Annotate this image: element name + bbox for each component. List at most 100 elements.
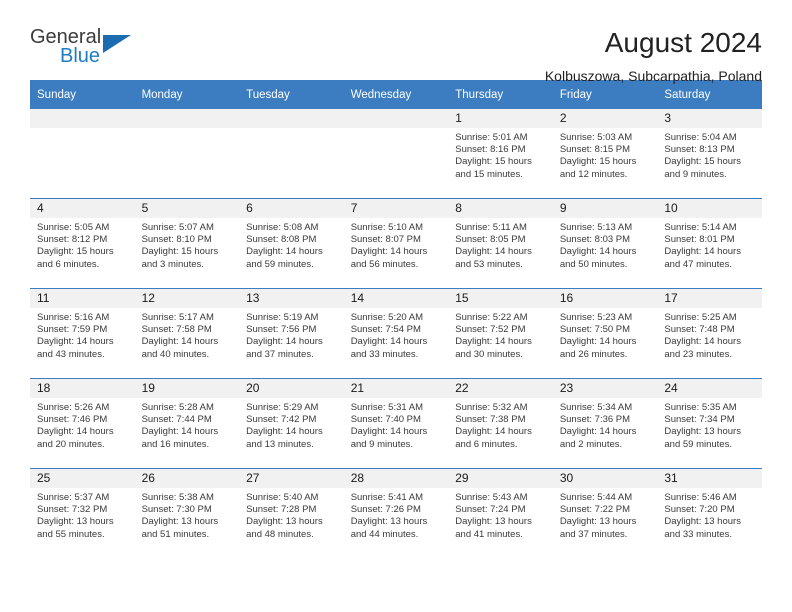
calendar-day-cell[interactable]: 26 Sunrise: 5:38 AM Sunset: 7:30 PM Dayligh… (134, 468, 240, 558)
daylight-text-line1: Daylight: 14 hours (350, 246, 428, 258)
calendar-day-cell[interactable]: 13 Sunrise: 5:19 AM Sunset: 7:56 PM Dayligh… (239, 288, 344, 379)
sunset-text: Sunset: 8:05 PM (455, 234, 526, 246)
calendar-day-cell[interactable]: 20 Sunrise: 5:29 AM Sunset: 7:42 PM Dayligh… (239, 378, 344, 469)
day-number: 14 (343, 289, 449, 308)
sunrise-text: Sunrise: 5:07 AM (141, 222, 214, 233)
day-sun-info: Sunrise: 5:34 AM Sunset: 7:36 PM Daylight:… (553, 398, 658, 451)
calendar-day-cell[interactable]: 4 Sunrise: 5:05 AM Sunset: 8:12 PM Daylight… (30, 198, 135, 289)
day-number: 29 (448, 469, 553, 488)
daylight-text-line2: and 59 minutes. (246, 258, 314, 270)
calendar-day-cell[interactable]: 30 Sunrise: 5:44 AM Sunset: 7:22 PM Dayligh… (552, 468, 658, 558)
sunset-text: Sunset: 7:58 PM (141, 324, 212, 336)
calendar-day-cell[interactable]: 19 Sunrise: 5:28 AM Sunset: 7:44 PM Dayligh… (134, 378, 240, 469)
calendar-page: General Blue August 2024 Kolbuszowa, Sub… (0, 0, 792, 612)
day-sun-info: Sunrise: 5:19 AM Sunset: 7:56 PM Daylight:… (239, 308, 344, 361)
day-sun-info: Sunrise: 5:44 AM Sunset: 7:22 PM Daylight:… (553, 488, 658, 541)
daylight-text-line1: Daylight: 13 hours (664, 426, 741, 438)
sunset-text: Sunset: 7:20 PM (664, 504, 735, 516)
calendar-day-cell[interactable]: 29 Sunrise: 5:43 AM Sunset: 7:24 PM Dayligh… (448, 468, 553, 558)
calendar-day-cell-empty (343, 109, 449, 199)
daylight-text-line2: and 33 minutes. (664, 528, 732, 540)
daylight-text-line2: and 59 minutes. (664, 438, 732, 450)
calendar-day-cell[interactable]: 1 Sunrise: 5:01 AM Sunset: 8:16 PM Daylight… (448, 109, 553, 199)
daylight-text-line1: Daylight: 14 hours (141, 336, 219, 348)
daylight-text-line1: Daylight: 14 hours (246, 426, 323, 438)
calendar-day-cell[interactable]: 16 Sunrise: 5:23 AM Sunset: 7:50 PM Dayligh… (552, 288, 658, 379)
weekday-header-tuesday: Tuesday (239, 80, 344, 109)
calendar-day-cell[interactable]: 15 Sunrise: 5:22 AM Sunset: 7:52 PM Dayligh… (448, 288, 553, 379)
sunrise-text: Sunrise: 5:13 AM (559, 222, 633, 233)
daylight-text-line1: Daylight: 14 hours (664, 246, 741, 258)
day-sun-info: Sunrise: 5:13 AM Sunset: 8:03 PM Daylight:… (553, 218, 658, 271)
daylight-text-line2: and 33 minutes. (350, 348, 419, 360)
calendar-day-cell[interactable]: 22 Sunrise: 5:32 AM Sunset: 7:38 PM Dayligh… (448, 378, 553, 469)
day-sun-info: Sunrise: 5:01 AM Sunset: 8:16 PM Daylight:… (448, 128, 553, 181)
daylight-text-line1: Daylight: 13 hours (141, 516, 219, 528)
daylight-text-line1: Daylight: 15 hours (141, 246, 219, 258)
daylight-text-line2: and 20 minutes. (37, 438, 105, 450)
calendar-day-cell[interactable]: 18 Sunrise: 5:26 AM Sunset: 7:46 PM Dayligh… (30, 378, 135, 469)
day-number: 8 (448, 199, 553, 218)
daylight-text-line1: Daylight: 14 hours (246, 246, 323, 258)
daylight-text-line1: Daylight: 14 hours (37, 426, 114, 438)
daylight-text-line1: Daylight: 14 hours (559, 336, 637, 348)
calendar-day-cell[interactable]: 12 Sunrise: 5:17 AM Sunset: 7:58 PM Dayligh… (134, 288, 240, 379)
daylight-text-line1: Daylight: 15 hours (455, 156, 532, 168)
daylight-text-line1: Daylight: 14 hours (455, 336, 532, 348)
calendar-week-row: 1 Sunrise: 5:01 AM Sunset: 8:16 PM Daylight… (30, 109, 762, 199)
calendar-day-cell[interactable]: 3 Sunrise: 5:04 AM Sunset: 8:13 PM Daylight… (657, 109, 762, 199)
daylight-text-line2: and 3 minutes. (141, 258, 204, 270)
calendar-day-cell[interactable]: 17 Sunrise: 5:25 AM Sunset: 7:48 PM Dayligh… (657, 288, 762, 379)
daylight-text-line1: Daylight: 15 hours (559, 156, 637, 168)
calendar-day-cell[interactable]: 21 Sunrise: 5:31 AM Sunset: 7:40 PM Dayligh… (343, 378, 449, 469)
sunrise-text: Sunrise: 5:01 AM (455, 132, 528, 143)
calendar-day-cell[interactable]: 14 Sunrise: 5:20 AM Sunset: 7:54 PM Dayligh… (343, 288, 449, 379)
calendar-day-cell[interactable]: 28 Sunrise: 5:41 AM Sunset: 7:26 PM Dayligh… (343, 468, 449, 558)
daylight-text-line1: Daylight: 14 hours (455, 246, 532, 258)
day-sun-info: Sunrise: 5:14 AM Sunset: 8:01 PM Daylight:… (657, 218, 762, 271)
sunset-text: Sunset: 8:10 PM (141, 234, 212, 246)
calendar-day-cell[interactable]: 31 Sunrise: 5:46 AM Sunset: 7:20 PM Dayligh… (657, 468, 762, 558)
day-sun-info: Sunrise: 5:26 AM Sunset: 7:46 PM Daylight:… (30, 398, 135, 451)
calendar-day-cell[interactable]: 25 Sunrise: 5:37 AM Sunset: 7:32 PM Dayligh… (30, 468, 135, 558)
calendar-day-cell[interactable]: 5 Sunrise: 5:07 AM Sunset: 8:10 PM Daylight… (134, 198, 240, 289)
daylight-text-line1: Daylight: 14 hours (350, 426, 428, 438)
sunset-text: Sunset: 7:24 PM (455, 504, 526, 516)
calendar-day-cell[interactable]: 23 Sunrise: 5:34 AM Sunset: 7:36 PM Dayligh… (552, 378, 658, 469)
calendar-day-cell[interactable]: 24 Sunrise: 5:35 AM Sunset: 7:34 PM Dayligh… (657, 378, 762, 469)
day-sun-info: Sunrise: 5:25 AM Sunset: 7:48 PM Daylight:… (657, 308, 762, 361)
daylight-text-line2: and 41 minutes. (455, 528, 523, 540)
calendar-week-row: 18 Sunrise: 5:26 AM Sunset: 7:46 PM Dayligh… (30, 378, 762, 469)
sunset-text: Sunset: 7:30 PM (141, 504, 212, 516)
logo-general-blue[interactable]: General Blue (30, 26, 150, 78)
daylight-text-line1: Daylight: 13 hours (664, 516, 741, 528)
sunrise-text: Sunrise: 5:44 AM (559, 492, 633, 503)
sunset-text: Sunset: 8:16 PM (455, 144, 526, 156)
calendar-day-cell[interactable]: 2 Sunrise: 5:03 AM Sunset: 8:15 PM Daylight… (552, 109, 658, 199)
daylight-text-line2: and 6 minutes. (37, 258, 100, 270)
sunrise-text: Sunrise: 5:40 AM (246, 492, 319, 503)
sunrise-text: Sunrise: 5:46 AM (664, 492, 737, 503)
sunrise-text: Sunrise: 5:14 AM (664, 222, 737, 233)
triangle-icon (103, 35, 131, 53)
calendar-day-cell[interactable]: 27 Sunrise: 5:40 AM Sunset: 7:28 PM Dayligh… (239, 468, 344, 558)
page-subtitle: Kolbuszowa, Subcarpathia, Poland (544, 68, 762, 84)
calendar-day-cell[interactable]: 9 Sunrise: 5:13 AM Sunset: 8:03 PM Daylight… (552, 198, 658, 289)
calendar-day-cell[interactable]: 7 Sunrise: 5:10 AM Sunset: 8:07 PM Daylight… (343, 198, 449, 289)
daylight-text-line1: Daylight: 14 hours (455, 426, 532, 438)
sunset-text: Sunset: 7:54 PM (350, 324, 421, 336)
sunset-text: Sunset: 8:15 PM (559, 144, 631, 156)
calendar-day-cell[interactable]: 6 Sunrise: 5:08 AM Sunset: 8:08 PM Daylight… (239, 198, 344, 289)
day-number: 4 (30, 199, 135, 218)
day-number: 1 (448, 109, 553, 128)
sunrise-text: Sunrise: 5:31 AM (350, 402, 424, 413)
sunset-text: Sunset: 7:38 PM (455, 414, 526, 426)
calendar-week-row: 25 Sunrise: 5:37 AM Sunset: 7:32 PM Dayligh… (30, 468, 762, 558)
calendar-day-cell[interactable]: 10 Sunrise: 5:14 AM Sunset: 8:01 PM Dayligh… (657, 198, 762, 289)
sunrise-text: Sunrise: 5:16 AM (37, 312, 110, 323)
day-sun-info: Sunrise: 5:43 AM Sunset: 7:24 PM Daylight:… (448, 488, 553, 541)
day-sun-info: Sunrise: 5:22 AM Sunset: 7:52 PM Daylight:… (448, 308, 553, 361)
calendar-day-cell[interactable]: 8 Sunrise: 5:11 AM Sunset: 8:05 PM Daylight… (448, 198, 553, 289)
calendar-table: Sunday Monday Tuesday Wednesday Thursday… (30, 80, 762, 558)
calendar-day-cell[interactable]: 11 Sunrise: 5:16 AM Sunset: 7:59 PM Dayligh… (30, 288, 135, 379)
